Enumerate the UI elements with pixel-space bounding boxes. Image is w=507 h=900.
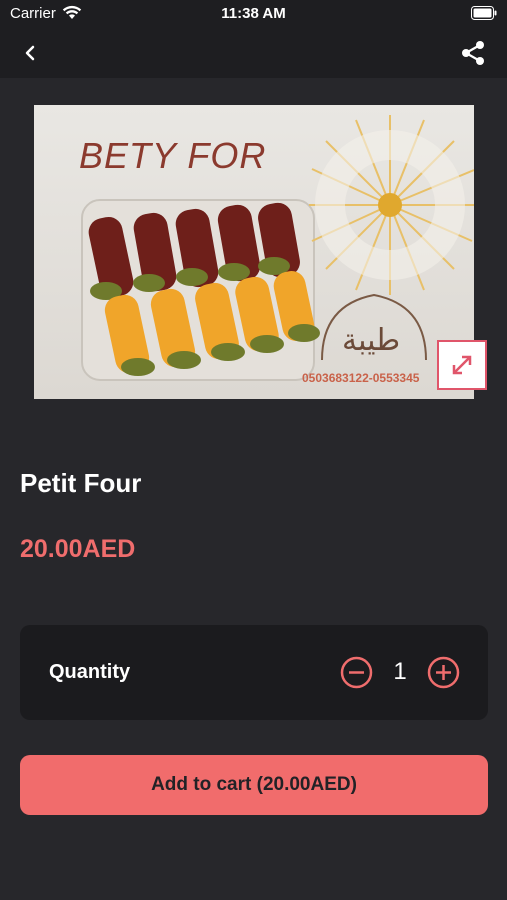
back-icon[interactable] [18, 40, 44, 66]
navigation-bar [0, 28, 507, 78]
expand-image-button[interactable] [437, 340, 487, 390]
battery-icon [471, 6, 497, 20]
add-to-cart-button[interactable]: Add to cart (20.00AED) [20, 755, 488, 815]
share-icon[interactable] [459, 39, 487, 67]
image-phone-text: 0503683122-0553345 [302, 371, 420, 385]
quantity-label: Quantity [49, 661, 131, 683]
quantity-value: 1 [393, 658, 407, 685]
product-title: Petit Four [20, 468, 142, 498]
expand-icon [452, 355, 472, 375]
status-bar: Carrier 11:38 AM [0, 0, 507, 28]
product-price: 20.00AED [20, 535, 136, 563]
plus-circle-icon[interactable] [427, 656, 460, 689]
image-caption-text: BETY FOR [79, 135, 267, 176]
status-time: 11:38 AM [221, 5, 286, 22]
minus-circle-icon[interactable] [340, 656, 373, 689]
quantity-card: Quantity 1 [20, 625, 488, 720]
svg-text:طيبة: طيبة [342, 323, 400, 358]
product-image: طيبة BETY FOR 0503683122-0553345 [34, 105, 474, 399]
